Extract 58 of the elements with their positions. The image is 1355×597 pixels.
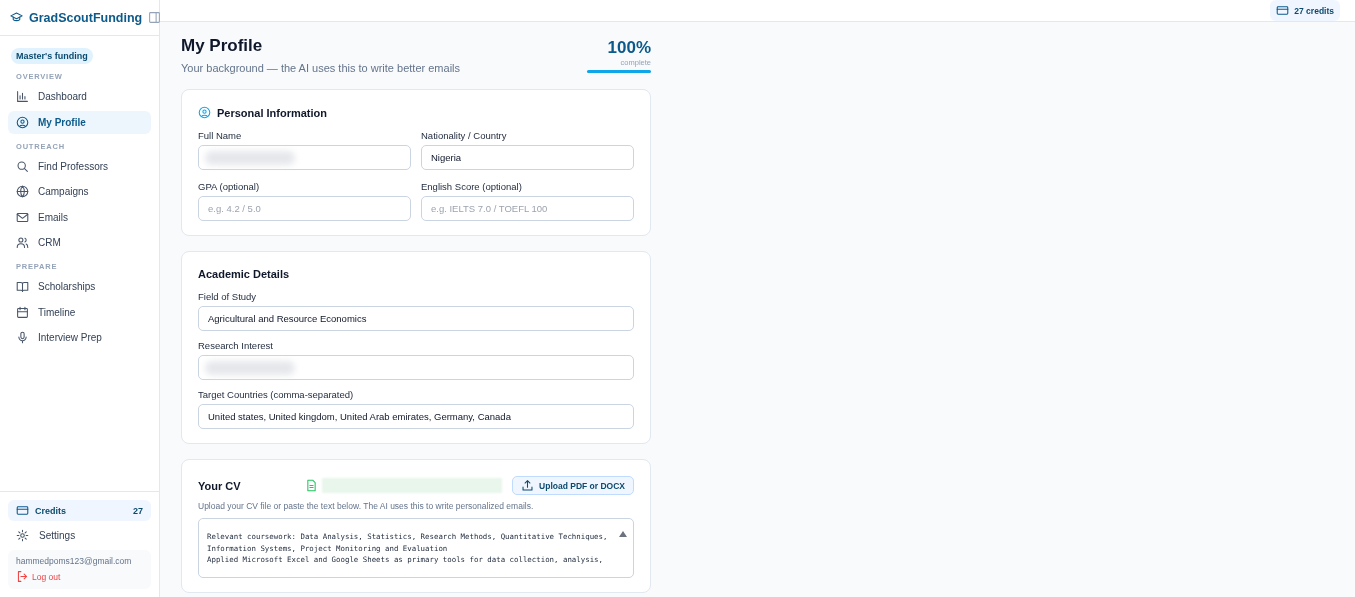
sidebar-toggle-icon <box>148 11 162 24</box>
search-icon <box>16 159 29 173</box>
text-field[interactable]: Agricultural and Resource Economics <box>198 306 634 331</box>
field-label: GPA (optional) <box>198 181 261 192</box>
brand-name[interactable]: GradScoutFunding <box>29 10 143 25</box>
text-field[interactable]: United states, United kingdom, United Arab emirates, Germany, Canada <box>198 404 634 429</box>
field-label: English Score (optional) <box>421 181 523 192</box>
nav-item[interactable]: Interview Prep <box>8 326 151 349</box>
plan-badge: Master's funding <box>11 48 93 64</box>
logout-icon <box>16 570 29 583</box>
field-label: Full Name <box>198 130 243 141</box>
nav-item[interactable]: My Profile <box>8 110 151 134</box>
completion-percent: 100% <box>607 38 651 58</box>
graduation-cap-icon <box>10 11 23 24</box>
bar-chart-icon <box>16 90 29 103</box>
field-label: Nationality / Country <box>421 130 508 141</box>
microphone-icon <box>16 331 29 344</box>
field-label: Field of Study <box>198 291 258 302</box>
page-subtitle: Your background — the AI uses this to write better emails <box>181 62 461 74</box>
card-title: Your CV <box>198 479 241 492</box>
redacted-field[interactable] <box>198 145 411 170</box>
mail-icon <box>16 210 29 224</box>
credit-card-icon <box>16 504 29 517</box>
users-icon <box>16 236 29 249</box>
nav-item[interactable]: Dashboard <box>8 85 151 108</box>
nav-item[interactable]: CRM <box>8 231 151 254</box>
user-circle-icon <box>16 115 29 129</box>
page-title: My Profile <box>181 36 264 56</box>
credits-item[interactable]: Credits 27 <box>8 500 151 521</box>
upload-button[interactable]: Upload PDF or DOCX <box>512 476 634 495</box>
field-label: Target Countries (comma-separated) <box>198 389 355 400</box>
gear-icon <box>16 529 29 542</box>
nav-item[interactable]: Scholarships <box>8 275 151 298</box>
card-title: Academic Details <box>198 268 290 280</box>
book-icon <box>16 280 29 293</box>
nav-item[interactable]: Campaigns <box>8 180 151 203</box>
scroll-up-icon <box>619 531 627 537</box>
nav-item[interactable]: Find Professors <box>8 154 151 178</box>
settings-item[interactable]: Settings <box>8 527 151 544</box>
account-email: hammedpoms123@gmail.com <box>16 556 133 566</box>
cv-hint: Upload your CV file or paste the text below. The AI uses this to write personalized emails. <box>198 501 535 511</box>
credits-badge[interactable]: 27 credits <box>1270 0 1340 21</box>
globe-icon <box>16 185 29 198</box>
calendar-icon <box>16 305 29 319</box>
nav-item[interactable]: Emails <box>8 205 151 229</box>
cv-text-area[interactable] <box>198 518 634 578</box>
nav-item[interactable]: Timeline <box>8 300 151 324</box>
text-field[interactable]: e.g. 4.2 / 5.0 <box>198 196 411 221</box>
text-field[interactable]: e.g. IELTS 7.0 / TOEFL 100 <box>421 196 634 221</box>
field-label: Research Interest <box>198 340 274 351</box>
card-title: Personal Information <box>217 106 328 119</box>
text-field[interactable]: Nigeria <box>421 145 634 170</box>
redacted-field[interactable] <box>198 355 634 380</box>
logout-link[interactable]: Log out <box>16 570 143 583</box>
credit-card-icon <box>1276 4 1290 17</box>
upload-icon <box>521 479 535 492</box>
user-circle-icon <box>198 106 211 119</box>
document-icon <box>305 479 319 492</box>
